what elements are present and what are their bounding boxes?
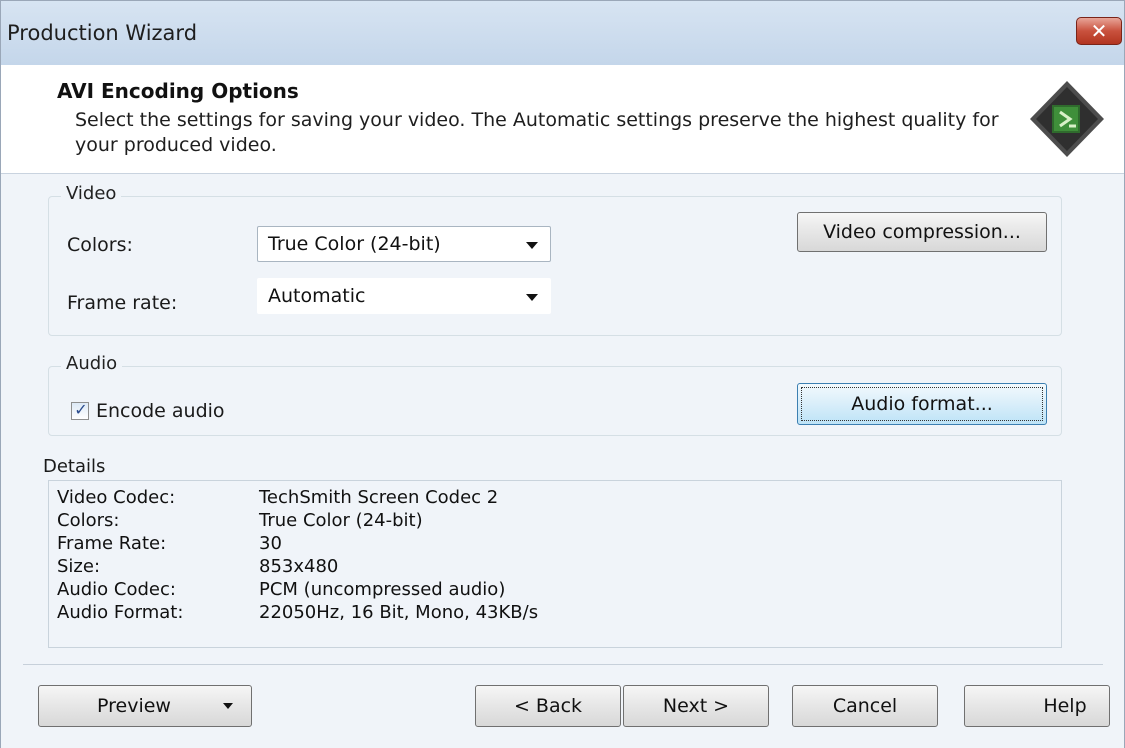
chevron-down-icon — [526, 294, 538, 301]
chevron-down-icon — [526, 242, 538, 249]
video-compression-label: Video compression... — [823, 221, 1021, 243]
camtasia-logo-icon — [1030, 81, 1104, 157]
page-title: AVI Encoding Options — [57, 79, 299, 103]
details-key: Frame Rate: — [57, 533, 167, 554]
wizard-header: AVI Encoding Options Select the settings… — [1, 65, 1124, 174]
preview-label: Preview — [97, 695, 171, 717]
page-description: Select the settings for saving your vide… — [75, 109, 999, 156]
back-button[interactable]: < Back — [475, 685, 621, 727]
details-key: Audio Format: — [57, 602, 184, 623]
details-value: 30 — [259, 533, 282, 554]
details-label: Details — [43, 456, 106, 477]
video-group-legend: Video — [61, 183, 122, 204]
frame-rate-label: Frame rate: — [67, 292, 178, 314]
cancel-button[interactable]: Cancel — [792, 685, 938, 727]
encode-audio-label[interactable]: Encode audio — [96, 400, 225, 422]
window-title: Production Wizard — [7, 21, 198, 45]
details-value: True Color (24-bit) — [259, 510, 423, 531]
close-icon: ✕ — [1090, 19, 1108, 43]
preview-button[interactable]: Preview — [38, 685, 252, 727]
details-key: Video Codec: — [57, 487, 176, 508]
details-key: Audio Codec: — [57, 579, 176, 600]
frame-rate-dropdown[interactable]: Automatic — [257, 278, 551, 314]
cancel-label: Cancel — [832, 695, 898, 717]
details-value: TechSmith Screen Codec 2 — [259, 487, 499, 508]
next-label: Next > — [662, 695, 730, 717]
video-compression-button[interactable]: Video compression... — [797, 212, 1047, 252]
audio-format-button[interactable]: Audio format... — [797, 383, 1047, 425]
checkmark-icon: ✓ — [74, 400, 88, 419]
encode-audio-checkbox[interactable]: ✓ — [71, 400, 89, 420]
focus-ring — [801, 387, 1043, 421]
footer-separator — [23, 664, 1103, 665]
production-wizard-window: Production Wizard ✕ AVI Encoding Options… — [0, 0, 1125, 748]
details-value: 853x480 — [259, 556, 339, 577]
colors-label: Colors: — [67, 234, 133, 256]
close-button[interactable]: ✕ — [1076, 17, 1122, 45]
details-key: Colors: — [57, 510, 120, 531]
help-label: Help — [1043, 695, 1087, 717]
details-value: 22050Hz, 16 Bit, Mono, 43KB/s — [259, 602, 539, 623]
title-bar[interactable]: Production Wizard ✕ — [1, 1, 1124, 65]
details-value: PCM (uncompressed audio) — [259, 579, 506, 600]
frame-rate-value: Automatic — [268, 285, 366, 307]
colors-dropdown[interactable]: True Color (24-bit) — [257, 226, 551, 262]
back-label: < Back — [513, 695, 583, 717]
details-box: Video Codec: TechSmith Screen Codec 2 Col… — [48, 480, 1062, 648]
help-button[interactable]: Help — [964, 685, 1110, 727]
audio-group-legend: Audio — [61, 353, 123, 374]
details-key: Size: — [57, 556, 101, 577]
wizard-body: Video Colors: True Color (24-bit) Frame … — [1, 174, 1124, 748]
colors-value: True Color (24-bit) — [268, 233, 441, 255]
chevron-down-icon — [223, 703, 233, 709]
next-button[interactable]: Next > — [623, 685, 769, 727]
